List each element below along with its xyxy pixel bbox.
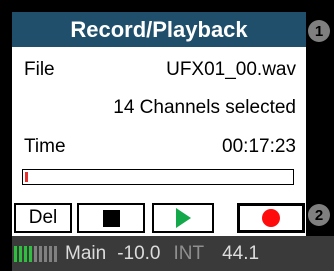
record-button[interactable] — [237, 203, 305, 233]
info-panel: File UFX01_00.wav 14 Channels selected T… — [12, 47, 306, 200]
sample-rate-value: 44.1 — [222, 242, 260, 264]
meter-segment — [34, 245, 37, 262]
time-row: Time 00:17:23 — [24, 136, 296, 158]
delete-label: Del — [28, 207, 58, 228]
delete-button[interactable]: Del — [14, 203, 72, 233]
meter-segment — [49, 245, 52, 262]
record-playback-screen: Record/Playback 1 File UFX01_00.wav 14 C… — [0, 0, 334, 271]
meter-segment — [44, 245, 47, 262]
level-meter — [14, 245, 57, 262]
file-row: File UFX01_00.wav — [24, 59, 296, 81]
main-output-label: Main — [65, 242, 107, 264]
step-badge-1: 1 — [308, 20, 330, 42]
file-label: File — [24, 59, 55, 80]
time-label: Time — [24, 136, 66, 157]
channels-selected-text: 14 Channels selected — [113, 97, 296, 118]
stop-icon — [102, 209, 120, 227]
play-button[interactable] — [152, 203, 214, 233]
step-badge-2: 2 — [308, 204, 330, 226]
meter-segment — [19, 245, 22, 262]
meter-segment — [24, 245, 27, 262]
meter-segment — [54, 245, 57, 262]
file-name: UFX01_00.wav — [166, 59, 296, 80]
meter-segment — [39, 245, 42, 262]
clock-source-label: INT — [173, 242, 205, 264]
channels-row: 14 Channels selected — [24, 97, 296, 119]
play-icon — [175, 208, 191, 228]
transport-controls: Del — [12, 200, 306, 236]
playback-progress-bar[interactable] — [22, 169, 294, 185]
status-bar: Main -10.0 INT 44.1 — [12, 236, 334, 271]
stop-button[interactable] — [77, 203, 145, 233]
meter-segment — [29, 245, 32, 262]
record-icon — [262, 209, 280, 227]
page-title: Record/Playback — [12, 12, 306, 47]
time-value: 00:17:23 — [222, 136, 296, 157]
progress-fill — [25, 172, 28, 182]
main-volume-value: -10.0 — [117, 242, 161, 264]
meter-segment — [14, 245, 17, 262]
